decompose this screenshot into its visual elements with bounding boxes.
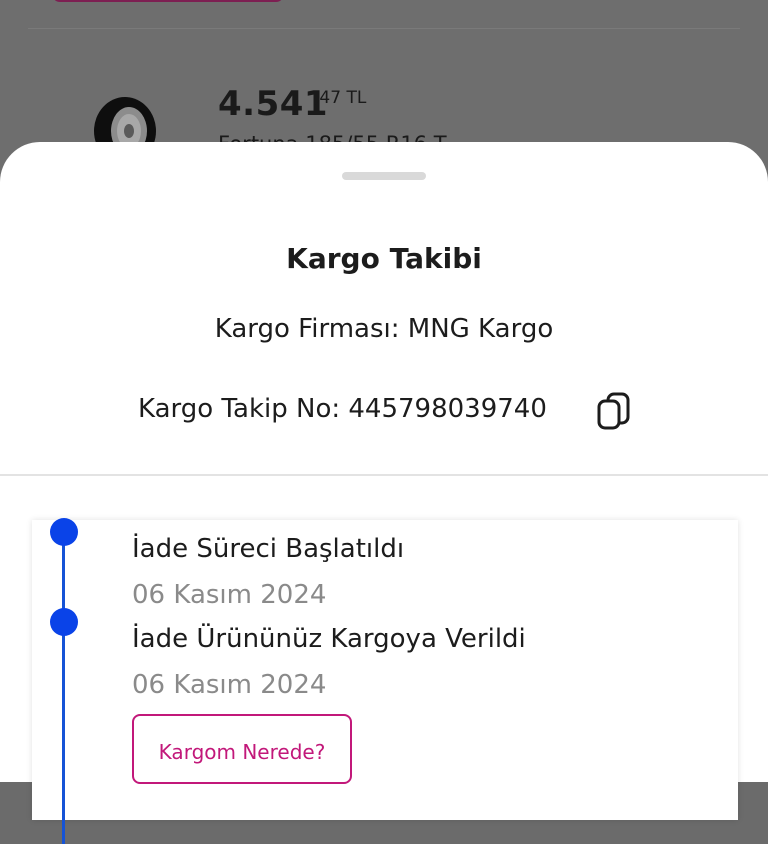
background-divider [28, 28, 740, 29]
cargo-company-label: Kargo Firması: [214, 314, 400, 344]
cargo-tracking-sheet: Kargo Takibi Kargo Firması: MNG Kargo Ka… [0, 142, 768, 844]
timeline-step-title: İade Ürününüz Kargoya Verildi [132, 624, 526, 654]
sheet-divider [0, 474, 768, 476]
timeline-dot [50, 608, 78, 636]
sheet-title: Kargo Takibi [286, 242, 482, 275]
copy-icon[interactable] [596, 392, 632, 432]
background-pink-button [52, 0, 284, 2]
timeline-dot [50, 518, 78, 546]
background-price-cents: ,47 TL [314, 88, 367, 108]
tracking-number-row: Kargo Takip No: 445798039740 [138, 394, 547, 424]
sheet-drag-handle[interactable] [342, 172, 426, 180]
tracking-number-value: 445798039740 [348, 394, 547, 424]
timeline-line [62, 544, 65, 844]
tracking-number-label: Kargo Takip No: [138, 394, 341, 424]
timeline-step-date: 06 Kasım 2024 [132, 670, 327, 700]
timeline-card: İade Süreci Başlatıldı 06 Kasım 2024 İad… [32, 518, 738, 844]
timeline-step-title: İade Süreci Başlatıldı [132, 534, 405, 564]
timeline-step-date: 06 Kasım 2024 [132, 580, 327, 610]
cargo-company-value: MNG Kargo [407, 314, 554, 344]
where-is-my-cargo-button[interactable]: Kargom Nerede? [132, 714, 352, 784]
cargo-company-row: Kargo Firması: MNG Kargo [0, 314, 768, 344]
background-price: 4.541 [218, 84, 329, 124]
